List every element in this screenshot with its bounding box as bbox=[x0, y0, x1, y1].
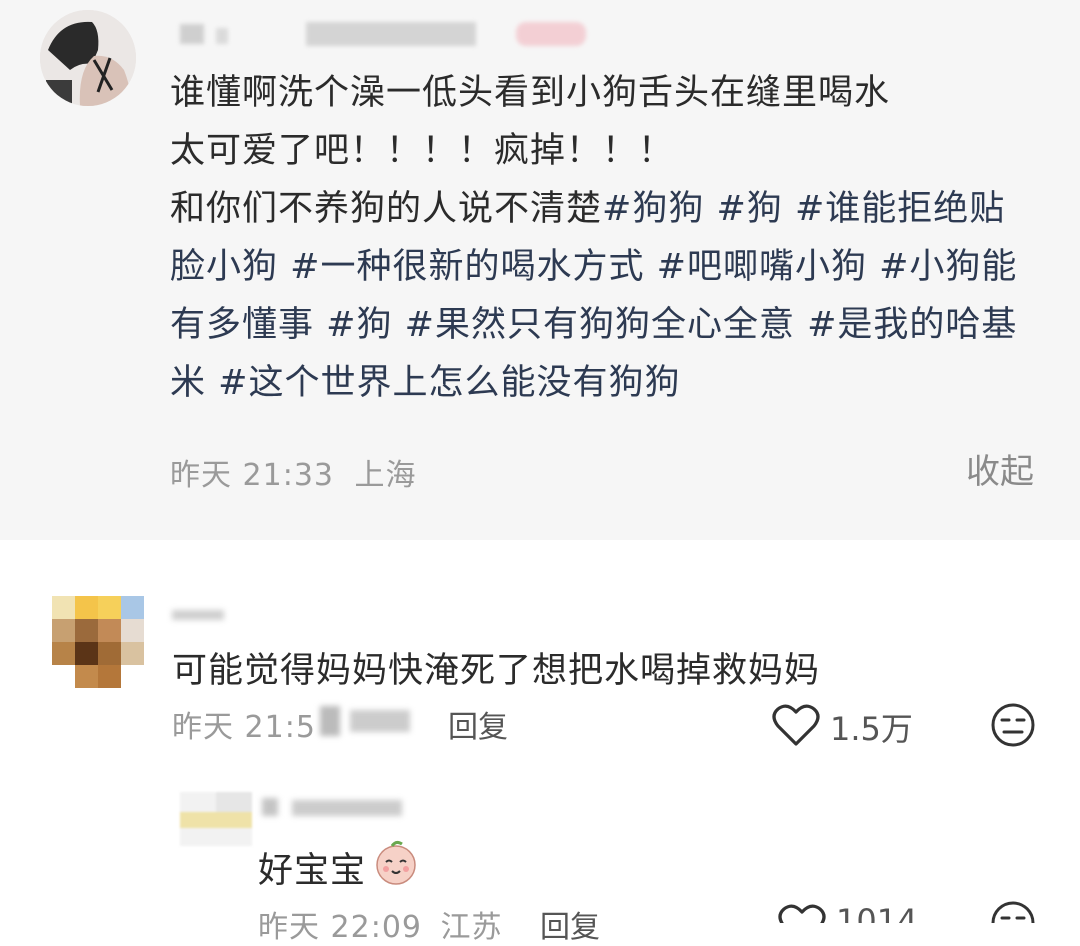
post-line-5: 有多懂事 #狗 #果然只有狗狗全心全意 #是我的哈基 bbox=[170, 296, 1050, 354]
hashtag[interactable]: 脸小狗 bbox=[170, 247, 278, 287]
heart-icon bbox=[778, 904, 826, 923]
hashtag[interactable]: 有多懂事 bbox=[170, 305, 314, 345]
reply-avatar[interactable] bbox=[180, 792, 252, 846]
main-post: 谁懂啊洗个澡一低头看到小狗舌头在缝里喝水 太可爱了吧！！！！疯掉！！！ 和你们不… bbox=[0, 0, 1080, 540]
reply-like-count: 1014 bbox=[836, 902, 918, 923]
reply-reply-button[interactable]: 回复 bbox=[540, 902, 600, 946]
commenter-avatar[interactable] bbox=[52, 596, 144, 688]
reply-meta: 昨天 22:09 江苏 bbox=[258, 902, 503, 946]
hashtag[interactable]: #狗狗 bbox=[602, 189, 704, 229]
like-button[interactable]: 1.5万 bbox=[772, 700, 922, 748]
post-line-6: 米 #这个世界上怎么能没有狗狗 bbox=[170, 354, 1050, 412]
post-line-1: 谁懂啊洗个澡一低头看到小狗舌头在缝里喝水 bbox=[170, 73, 891, 113]
commenter-name-blurred bbox=[172, 606, 232, 624]
reply-date: 昨天 22:09 bbox=[258, 910, 422, 945]
post-meta: 昨天 21:33 上海 bbox=[170, 450, 417, 494]
hashtag[interactable]: 米 bbox=[170, 363, 206, 403]
hashtag[interactable]: #是我的哈基 bbox=[807, 305, 1017, 345]
comment-date: 昨天 21:5 bbox=[172, 710, 316, 745]
author-name-blurred bbox=[180, 16, 600, 50]
post-location: 上海 bbox=[354, 458, 417, 493]
meh-face-icon[interactable] bbox=[990, 702, 1036, 748]
reply-text: 好宝宝 bbox=[258, 851, 367, 891]
post-text: 和你们不养狗的人说不清楚 bbox=[170, 189, 603, 229]
comment-text: 可能觉得妈妈快淹死了想把水喝掉救妈妈 bbox=[172, 651, 821, 691]
meh-face-icon[interactable] bbox=[990, 900, 1036, 923]
comment-location-blurred bbox=[320, 700, 420, 740]
hashtag[interactable]: #狗 bbox=[716, 189, 782, 229]
hashtag[interactable]: #谁能拒绝贴 bbox=[795, 189, 1005, 229]
reply-like-button[interactable]: 1014 bbox=[778, 900, 928, 923]
hashtag[interactable]: #小狗能 bbox=[879, 247, 1017, 287]
heart-icon bbox=[772, 704, 820, 746]
post-line-2: 太可爱了吧！！！！疯掉！！！ bbox=[170, 131, 675, 171]
post-content: 谁懂啊洗个澡一低头看到小狗舌头在缝里喝水 太可爱了吧！！！！疯掉！！！ 和你们不… bbox=[170, 64, 1050, 412]
like-count: 1.5万 bbox=[830, 710, 913, 748]
comment-reply-button[interactable]: 回复 bbox=[448, 702, 508, 746]
post-date: 昨天 21:33 bbox=[170, 458, 334, 493]
hashtag[interactable]: #果然只有狗狗全心全意 bbox=[405, 305, 795, 345]
hashtag[interactable]: #这个世界上怎么能没有狗狗 bbox=[218, 363, 680, 403]
hashtag[interactable]: #吧唧嘴小狗 bbox=[657, 247, 867, 287]
collapse-button[interactable]: 收起 bbox=[966, 444, 1034, 493]
hashtag[interactable]: #狗 bbox=[326, 305, 392, 345]
reply-name-blurred bbox=[262, 794, 412, 822]
reply-location: 江苏 bbox=[440, 910, 503, 945]
post-line-3: 和你们不养狗的人说不清楚#狗狗 #狗 #谁能拒绝贴 bbox=[170, 180, 1050, 238]
emoji-sticker-icon bbox=[372, 838, 420, 886]
author-avatar[interactable] bbox=[40, 10, 136, 106]
post-line-4: 脸小狗 #一种很新的喝水方式 #吧唧嘴小狗 #小狗能 bbox=[170, 238, 1050, 296]
hashtag[interactable]: #一种很新的喝水方式 bbox=[290, 247, 644, 287]
